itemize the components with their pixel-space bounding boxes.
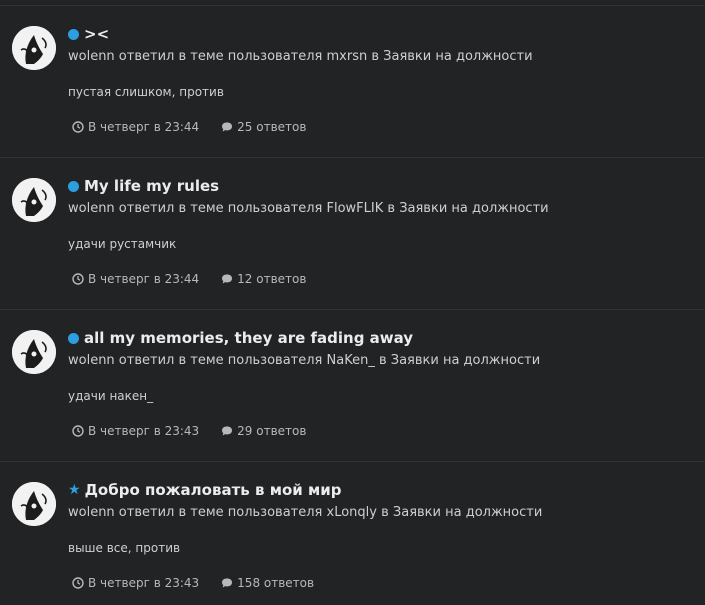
clock-icon: [72, 273, 84, 285]
post-time[interactable]: В четверг в 23:43: [88, 424, 199, 438]
thread-title[interactable]: ><: [68, 25, 109, 43]
comment-icon: [222, 274, 233, 284]
activity-item: ★ Добро пожаловать в мой мир wolenn отве…: [0, 462, 705, 605]
avatar-image: [12, 330, 56, 374]
reply-count-text: 25 ответов: [237, 120, 307, 134]
post-snippet: удачи накен_: [68, 389, 154, 403]
reply-count-text: 29 ответов: [237, 424, 307, 438]
avatar-image: [12, 482, 56, 526]
avatar[interactable]: [12, 482, 56, 526]
clock-icon: [72, 121, 84, 133]
activity-summary: wolenn ответил в теме пользователя mxrsn…: [68, 49, 533, 64]
thread-title[interactable]: ★ Добро пожаловать в мой мир: [68, 481, 342, 499]
avatar-image: [12, 178, 56, 222]
comment-icon: [222, 426, 233, 436]
post-time[interactable]: В четверг в 23:43: [88, 576, 199, 590]
post-snippet: пустая слишком, против: [68, 85, 224, 99]
reply-count: 158 ответов: [221, 576, 314, 590]
avatar[interactable]: [12, 330, 56, 374]
activity-meta: В четверг в 23:43 158 ответов: [72, 576, 314, 590]
post-time[interactable]: В четверг в 23:44: [88, 272, 199, 286]
unread-dot-icon: [68, 28, 79, 40]
thread-title-text[interactable]: all my memories, they are fading away: [84, 329, 413, 347]
thread-title[interactable]: all my memories, they are fading away: [68, 329, 413, 347]
activity-meta: В четверг в 23:43 29 ответов: [72, 424, 306, 438]
unread-dot-icon: [68, 180, 79, 192]
avatar[interactable]: [12, 178, 56, 222]
post-snippet: удачи рустамчик: [68, 237, 177, 251]
comment-icon: [222, 578, 233, 588]
star-icon: ★: [68, 482, 81, 498]
thread-title-text[interactable]: Добро пожаловать в мой мир: [85, 481, 342, 499]
comment-icon: [222, 122, 233, 132]
activity-meta: В четверг в 23:44 25 ответов: [72, 120, 306, 134]
thread-title-text[interactable]: ><: [84, 25, 109, 43]
avatar-image: [12, 26, 56, 70]
activity-summary: wolenn ответил в теме пользователя NaKen…: [68, 353, 541, 368]
post-snippet: выше все, против: [68, 541, 181, 555]
clock-icon: [72, 425, 84, 437]
reply-count: 12 ответов: [221, 272, 306, 286]
reply-count-text: 158 ответов: [237, 576, 315, 590]
activity-summary: wolenn ответил в теме пользователя FlowF…: [68, 201, 549, 216]
activity-item: all my memories, they are fading away wo…: [0, 310, 705, 462]
unread-dot-icon: [68, 332, 79, 344]
activity-meta: В четверг в 23:44 12 ответов: [72, 272, 306, 286]
activity-summary: wolenn ответил в теме пользователя xLonq…: [68, 505, 543, 520]
clock-icon: [72, 577, 84, 589]
reply-count-text: 12 ответов: [237, 272, 307, 286]
activity-item: My life my rules wolenn ответил в теме п…: [0, 158, 705, 310]
thread-title[interactable]: My life my rules: [68, 177, 219, 195]
post-time[interactable]: В четверг в 23:44: [88, 120, 199, 134]
reply-count: 29 ответов: [221, 424, 306, 438]
activity-feed: >< wolenn ответил в теме пользователя mx…: [0, 0, 705, 605]
activity-item: >< wolenn ответил в теме пользователя mx…: [0, 6, 705, 158]
reply-count: 25 ответов: [221, 120, 306, 134]
thread-title-text[interactable]: My life my rules: [84, 177, 219, 195]
avatar[interactable]: [12, 26, 56, 70]
